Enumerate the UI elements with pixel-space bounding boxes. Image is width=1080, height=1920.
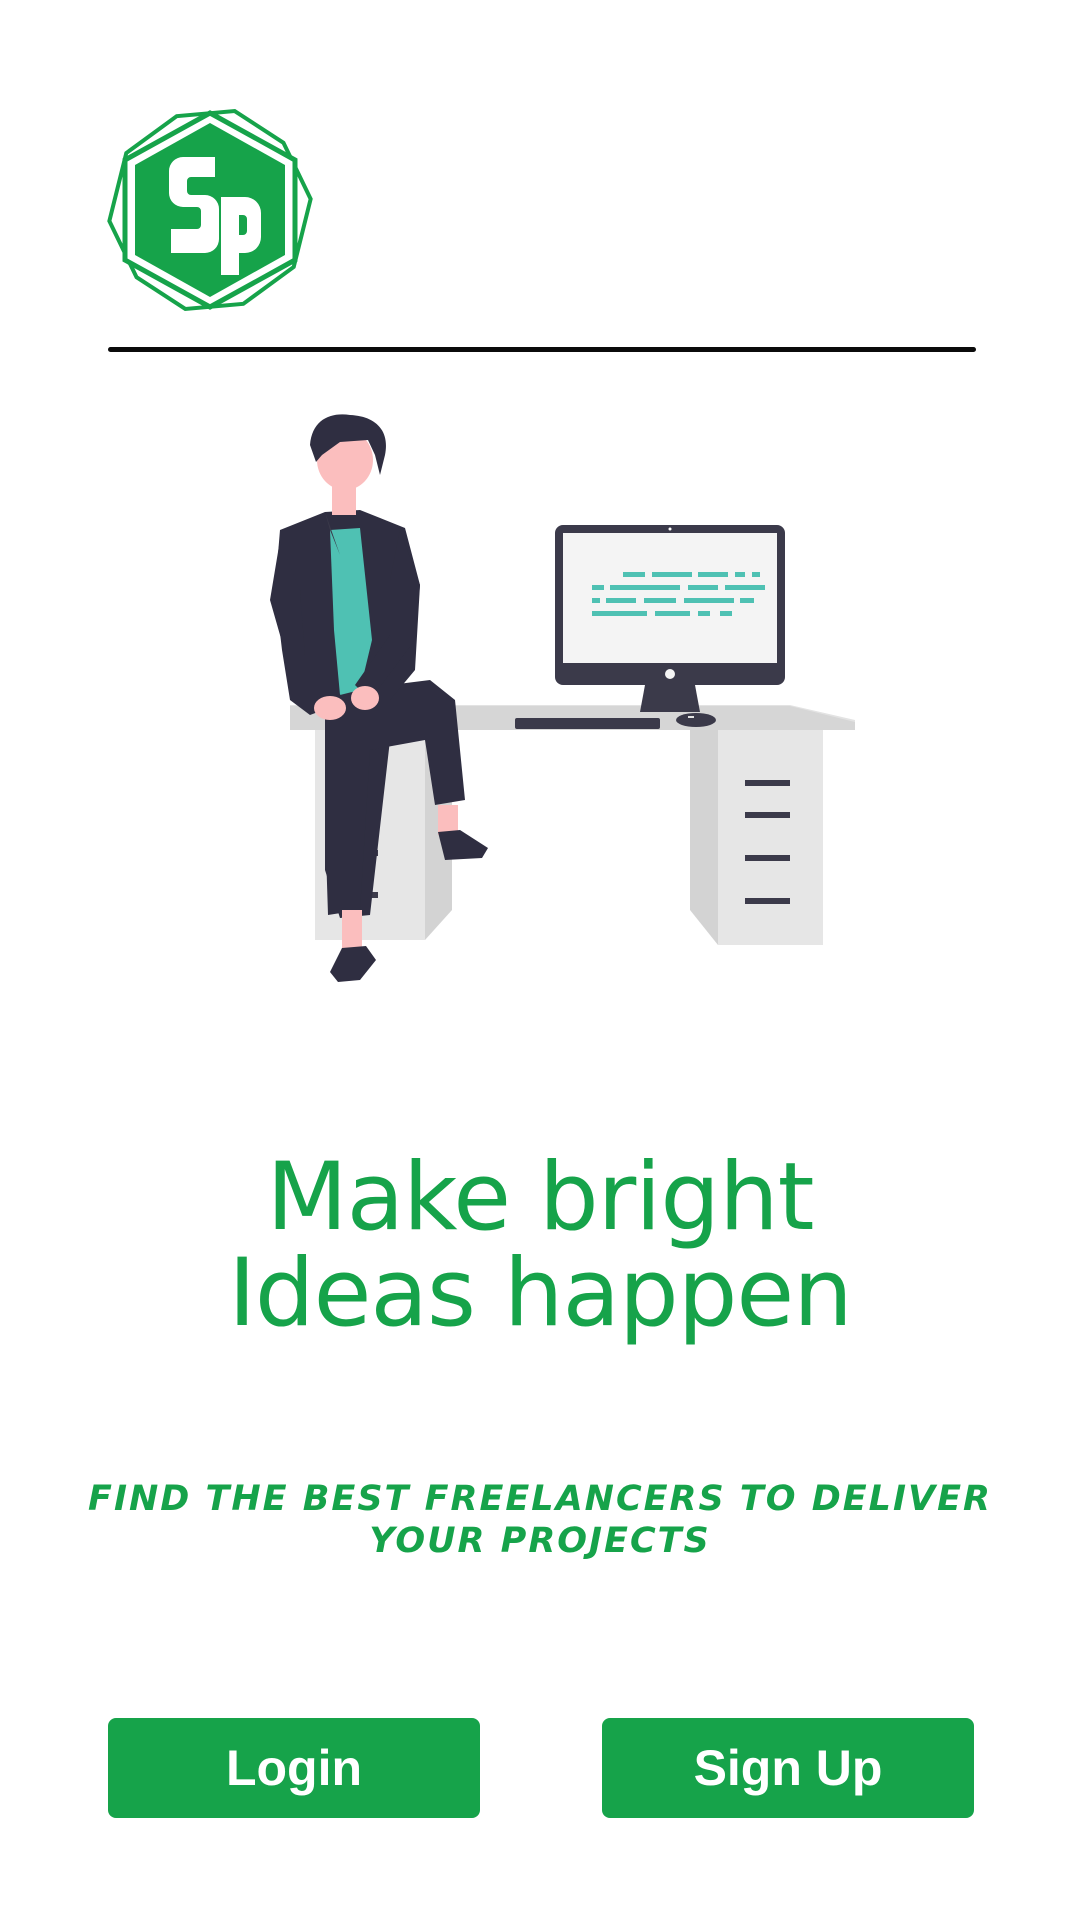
- sign-up-button[interactable]: Sign Up: [602, 1718, 974, 1818]
- tagline: FIND THE BEST FREELANCERS TO DELIVER YOU…: [88, 1479, 992, 1561]
- sp-logo-icon: [105, 105, 315, 315]
- person-at-desk-illustration: [230, 400, 890, 1010]
- headline: Make bright Ideas happen: [0, 1150, 1080, 1342]
- headline-line-1: Make bright: [266, 1143, 814, 1252]
- headline-line-2: Ideas happen: [228, 1239, 853, 1348]
- header-divider: [108, 347, 976, 352]
- login-button[interactable]: Login: [108, 1718, 480, 1818]
